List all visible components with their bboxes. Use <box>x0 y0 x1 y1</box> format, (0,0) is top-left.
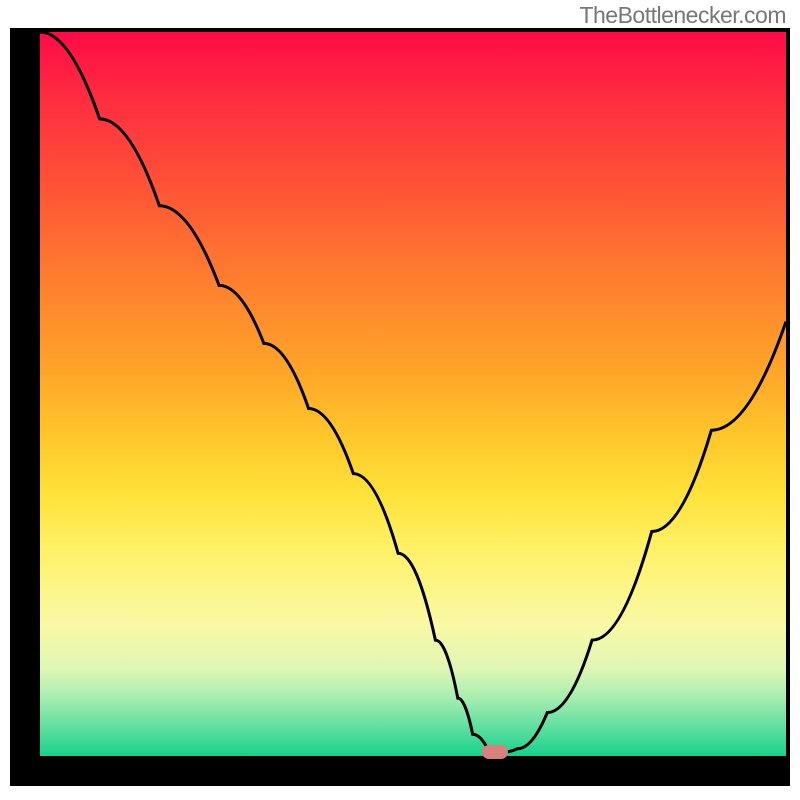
bottleneck-curve-path <box>40 32 786 752</box>
curve-svg <box>40 32 786 756</box>
watermark-text: TheBottleneсker.com <box>579 2 786 29</box>
plot-border <box>10 28 790 786</box>
chart-frame: TheBottleneсker.com <box>0 0 800 800</box>
optimum-marker <box>482 745 508 759</box>
plot-area <box>40 32 786 756</box>
